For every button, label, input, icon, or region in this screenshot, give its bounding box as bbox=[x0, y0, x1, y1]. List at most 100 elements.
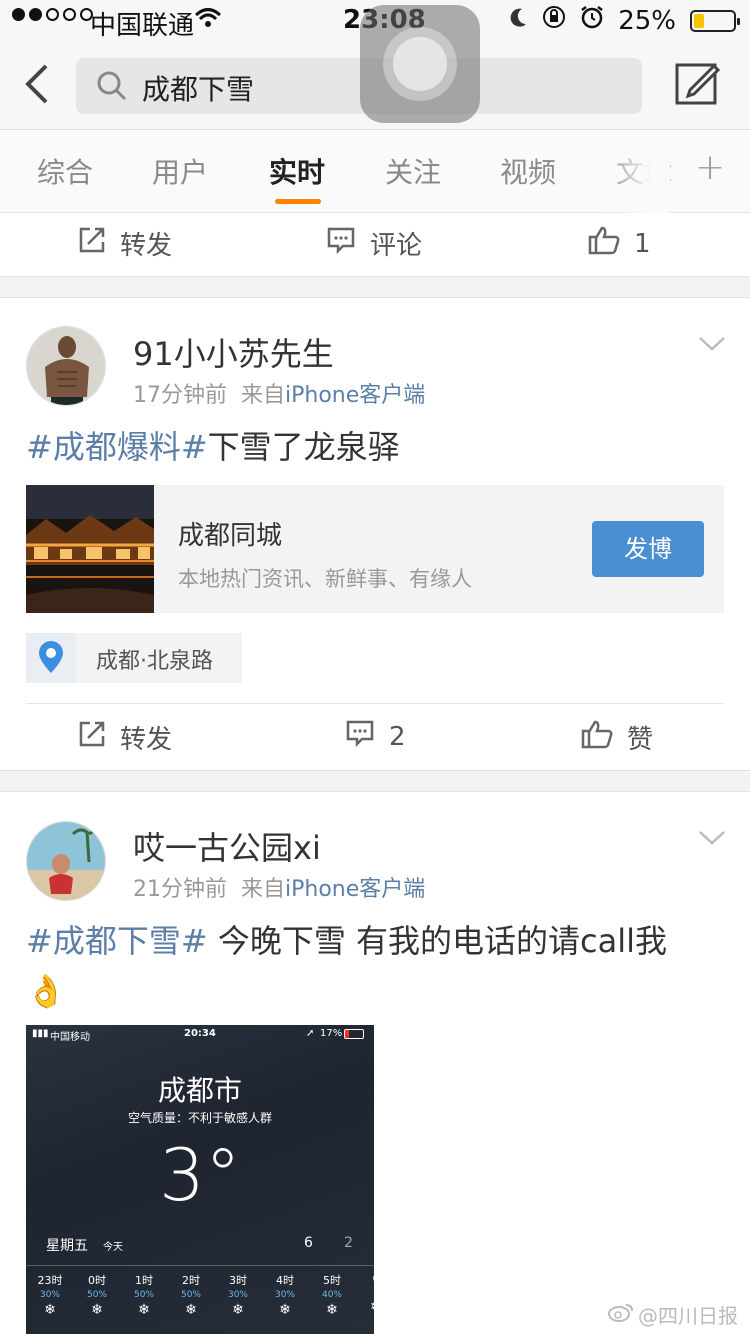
snow-icon: ❄ bbox=[279, 1302, 291, 1318]
post-meta: 21分钟前 来自iPhone客户端 bbox=[133, 871, 425, 903]
post-meta: 17分钟前 来自iPhone客户端 bbox=[133, 377, 425, 409]
post-time: 21分钟前 bbox=[133, 877, 227, 902]
alarm-icon bbox=[580, 5, 604, 36]
snow-icon: ❄ bbox=[138, 1302, 150, 1318]
battery-icon bbox=[690, 9, 740, 32]
hour-forecast: 5时 40% ❄ bbox=[312, 1272, 352, 1318]
tab-bar: 综合 用户 实时 关注 视频 文章 + bbox=[0, 131, 750, 213]
post-actions: 转发 2 赞 bbox=[0, 707, 750, 771]
signal-icon bbox=[12, 8, 93, 21]
location-tag[interactable]: 成都·北泉路 bbox=[26, 633, 242, 683]
comment-button[interactable]: 2 bbox=[345, 719, 406, 754]
tab-comprehensive[interactable]: 综合 bbox=[37, 151, 93, 191]
chevron-down-icon[interactable] bbox=[698, 336, 726, 356]
tab-realtime[interactable]: 实时 bbox=[269, 151, 325, 191]
post-time: 17分钟前 bbox=[133, 383, 227, 408]
hour-forecast: 4时 30% ❄ bbox=[265, 1272, 305, 1318]
hour-forecast: 63❄ bbox=[356, 1272, 374, 1315]
card-thumbnail bbox=[26, 485, 154, 613]
back-chevron-icon[interactable] bbox=[22, 62, 52, 110]
like-label: 赞 bbox=[627, 725, 654, 755]
comment-count: 2 bbox=[389, 721, 406, 752]
moon-icon bbox=[508, 6, 528, 36]
repost-label: 转发 bbox=[120, 725, 173, 755]
tab-users[interactable]: 用户 bbox=[152, 151, 208, 191]
snow-icon: ❄ bbox=[356, 1299, 374, 1315]
image-signal-icon: ▮▮▮ bbox=[32, 1028, 49, 1039]
image-battery: 17% bbox=[320, 1028, 343, 1039]
active-tab-indicator bbox=[275, 199, 321, 204]
location-label: 成都·北泉路 bbox=[96, 649, 213, 674]
snow-icon: ❄ bbox=[326, 1302, 338, 1318]
search-icon bbox=[96, 70, 128, 106]
weather-day: 星期五 bbox=[46, 1238, 88, 1254]
add-tab-icon[interactable]: + bbox=[695, 147, 725, 188]
comment-button[interactable]: 评论 bbox=[326, 225, 422, 262]
comment-label: 评论 bbox=[370, 231, 423, 261]
post-username[interactable]: 91小小苏先生 bbox=[133, 329, 334, 375]
repost-button[interactable]: 转发 bbox=[78, 225, 172, 262]
weather-low: 2 bbox=[344, 1235, 353, 1251]
prev-post-actions: 转发 评论 1 bbox=[0, 213, 750, 277]
weather-high: 6 bbox=[304, 1235, 313, 1251]
post-from-label: 来自 bbox=[241, 383, 286, 408]
weather-city: 成都市 bbox=[157, 1074, 242, 1107]
avatar[interactable] bbox=[26, 326, 106, 406]
image-time: 20:34 bbox=[184, 1028, 216, 1039]
like-count: 1 bbox=[634, 228, 651, 259]
post-text: #成都下雪# 今晚下雪 有我的电话的请call我 👌 bbox=[26, 916, 716, 1016]
hour-forecast: 0时 50% ❄ bbox=[77, 1272, 117, 1318]
post-username[interactable]: 哎一古公园xi bbox=[133, 823, 321, 869]
wifi-icon bbox=[194, 6, 222, 36]
repost-button[interactable]: 转发 bbox=[78, 719, 172, 756]
post-button[interactable]: 发博 bbox=[592, 521, 704, 577]
image-carrier: 中国移动 bbox=[50, 1032, 90, 1043]
image-battery-icon bbox=[344, 1029, 364, 1039]
battery-percent: 25% bbox=[618, 5, 676, 36]
location-arrow-icon: ➚ bbox=[306, 1028, 315, 1039]
weather-air-quality: 空气质量：不利于敏感人群 bbox=[127, 1111, 272, 1125]
snow-icon: ❄ bbox=[44, 1302, 56, 1318]
feed-separator bbox=[0, 276, 750, 298]
post-source[interactable]: iPhone客户端 bbox=[285, 877, 425, 902]
assistive-touch-button[interactable] bbox=[360, 5, 480, 123]
tab-following[interactable]: 关注 bbox=[385, 151, 441, 191]
card-description: 本地热门资讯、新鲜事、有缘人 bbox=[178, 567, 472, 591]
post-body: 今晚下雪 有我的电话的请call我 bbox=[207, 922, 667, 960]
weibo-watermark: @四川日报 bbox=[608, 1300, 738, 1329]
repost-icon bbox=[78, 226, 106, 261]
carrier-label: 中国联通 bbox=[90, 11, 195, 41]
location-pin-icon bbox=[26, 633, 76, 683]
weibo-logo-icon bbox=[608, 1302, 634, 1327]
repost-label: 转发 bbox=[120, 231, 173, 261]
avatar[interactable] bbox=[26, 821, 106, 901]
chevron-down-icon[interactable] bbox=[698, 830, 726, 850]
post-source[interactable]: iPhone客户端 bbox=[285, 383, 425, 408]
ok-hand-emoji: 👌 bbox=[26, 972, 66, 1010]
hour-forecast: 23时 30% ❄ bbox=[30, 1272, 70, 1318]
snow-icon: ❄ bbox=[185, 1302, 197, 1318]
search-input[interactable]: 成都下雪 bbox=[76, 58, 642, 114]
comment-icon bbox=[345, 719, 375, 754]
post-hashtag[interactable]: #成都爆料# bbox=[26, 428, 208, 466]
snow-icon: ❄ bbox=[232, 1302, 244, 1318]
compose-icon[interactable] bbox=[674, 60, 721, 110]
like-button[interactable]: 1 bbox=[588, 225, 651, 262]
comment-icon bbox=[326, 226, 356, 261]
post-from-label: 来自 bbox=[241, 877, 286, 902]
group-card[interactable]: 成都同城 本地热门资讯、新鲜事、有缘人 发博 bbox=[26, 485, 724, 613]
tab-video[interactable]: 视频 bbox=[500, 151, 556, 191]
post-text: #成都爆料#下雪了龙泉驿 bbox=[26, 422, 400, 472]
hour-forecast: 1时 50% ❄ bbox=[124, 1272, 164, 1318]
post-hashtag[interactable]: #成都下雪# bbox=[26, 922, 208, 960]
thumbs-up-icon bbox=[581, 719, 613, 756]
hour-forecast: 2时 50% ❄ bbox=[171, 1272, 211, 1318]
post-image-weather[interactable]: ▮▮▮ 中国移动 20:34 ➚ 17% 成都市 空气质量：不利于敏感人群 3°… bbox=[26, 1025, 374, 1334]
watermark-text: @四川日报 bbox=[638, 1304, 738, 1328]
thumbs-up-icon bbox=[588, 225, 620, 262]
rotation-lock-icon bbox=[542, 5, 566, 36]
weather-temperature: 3° bbox=[159, 1133, 241, 1217]
repost-icon bbox=[78, 720, 106, 755]
like-button[interactable]: 赞 bbox=[581, 719, 653, 756]
card-title: 成都同城 bbox=[178, 521, 283, 551]
